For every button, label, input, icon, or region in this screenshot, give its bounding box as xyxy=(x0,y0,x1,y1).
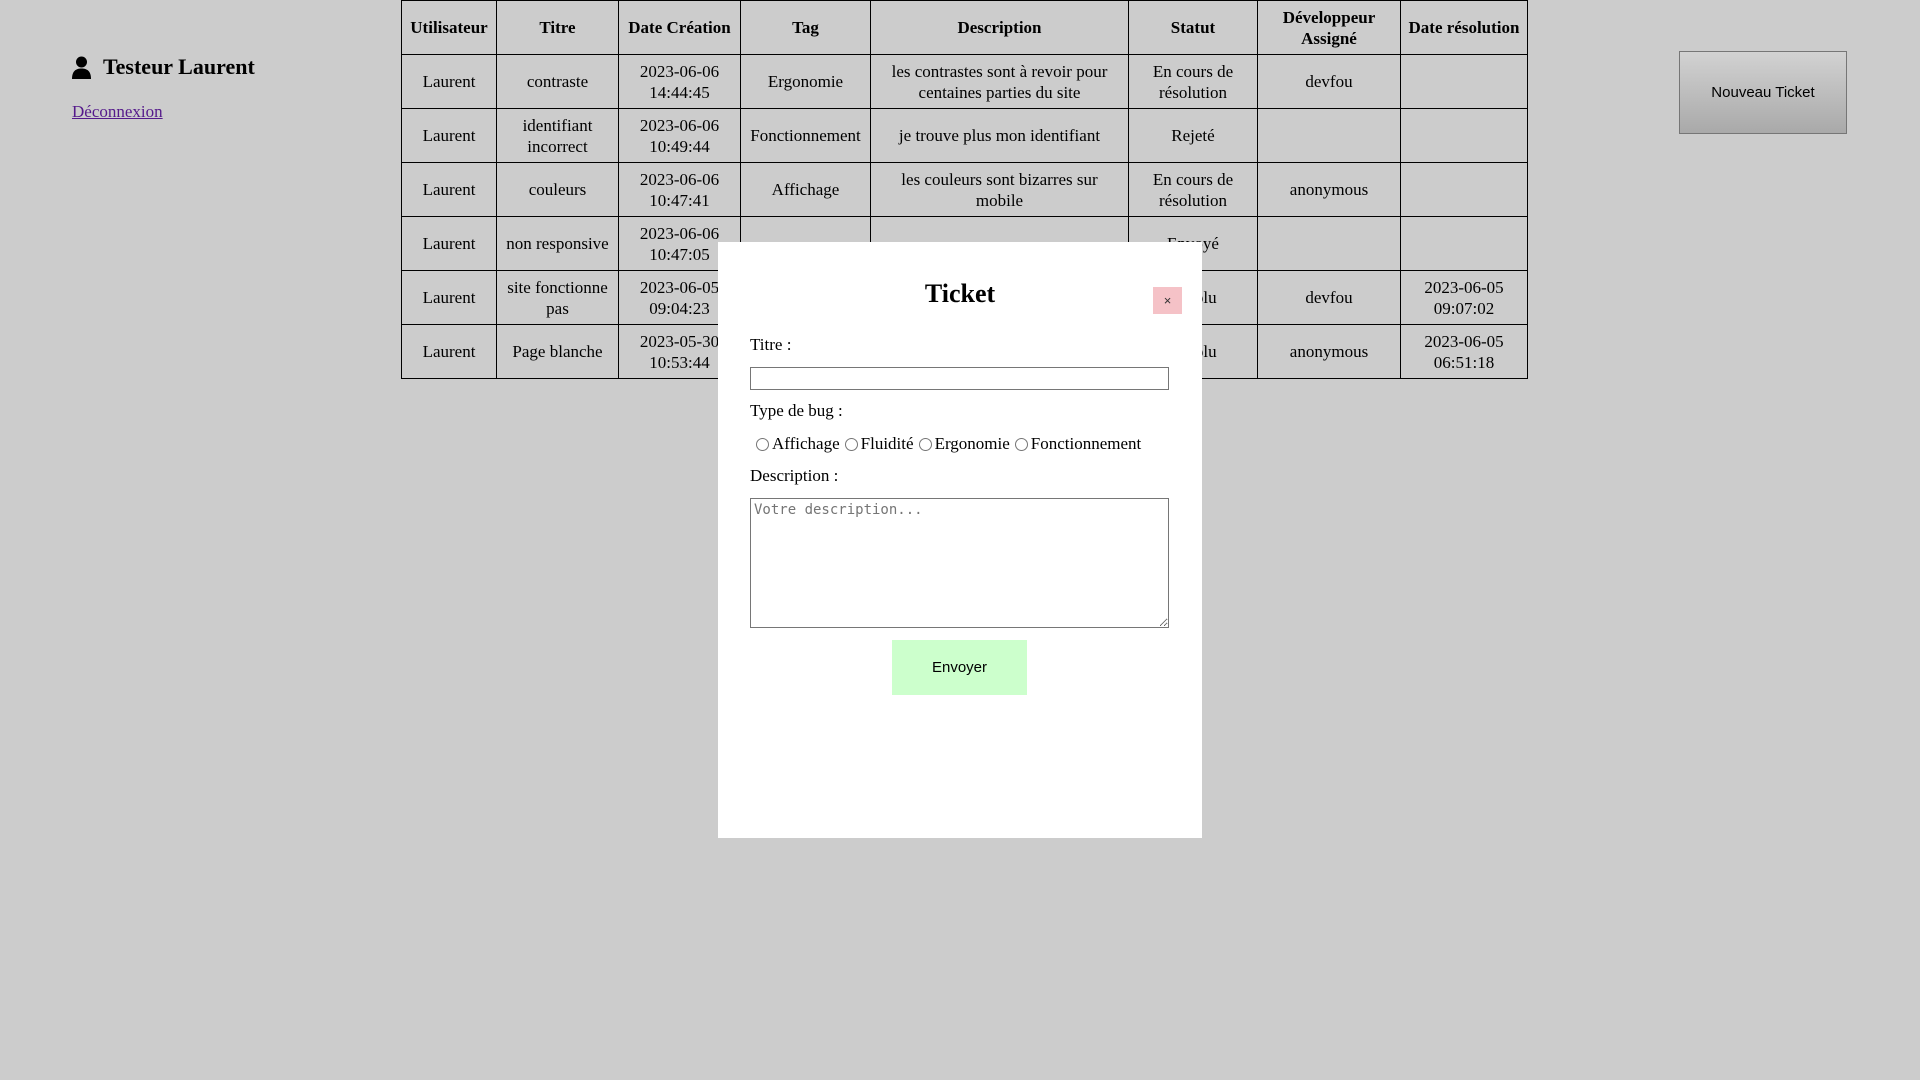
table-cell: 2023-06-06 14:44:45 xyxy=(618,54,741,109)
table-cell xyxy=(1400,216,1528,271)
table-cell: les contrastes sont à revoir pour centai… xyxy=(870,54,1129,109)
table-cell: anonymous xyxy=(1257,324,1401,379)
column-header: Tag xyxy=(740,0,871,55)
bug-type-label: Type de bug : xyxy=(750,401,843,420)
new-ticket-button[interactable]: Nouveau Ticket xyxy=(1679,51,1847,134)
table-cell: Laurent xyxy=(401,216,497,271)
table-cell: 2023-06-05 09:07:02 xyxy=(1400,270,1528,325)
column-header: Titre xyxy=(496,0,619,55)
table-cell xyxy=(1400,108,1528,163)
table-cell: Page blanche xyxy=(496,324,619,379)
send-button[interactable]: Envoyer xyxy=(892,640,1027,695)
close-button[interactable]: × xyxy=(1153,287,1182,314)
table-cell: couleurs xyxy=(496,162,619,217)
ticket-modal: Ticket × Titre : Type de bug : Affichage… xyxy=(718,242,1202,838)
radio-label: Fluidité xyxy=(860,434,914,453)
radio-label: Affichage xyxy=(772,434,840,453)
column-header: Date Création xyxy=(618,0,741,55)
table-cell: contraste xyxy=(496,54,619,109)
radio-option-fonctionnement[interactable]: Fonctionnement xyxy=(1014,434,1142,454)
radio-option-fluidite[interactable]: Fluidité xyxy=(844,434,914,454)
table-cell: 2023-06-06 10:49:44 xyxy=(618,108,741,163)
table-header-row: Utilisateur Titre Date Création Tag Desc… xyxy=(401,0,1528,55)
table-cell: anonymous xyxy=(1257,162,1401,217)
table-row: Laurent identifiant incorrect 2023-06-06… xyxy=(401,108,1528,163)
table-cell: 2023-06-06 10:47:41 xyxy=(618,162,741,217)
user-name: Testeur Laurent xyxy=(103,54,255,79)
column-header: Description xyxy=(870,0,1129,55)
table-cell: En cours de résolution xyxy=(1128,54,1258,109)
table-cell: je trouve plus mon identifiant xyxy=(870,108,1129,163)
user-panel: Testeur Laurent Déconnexion xyxy=(72,54,255,122)
table-cell: devfou xyxy=(1257,270,1401,325)
table-cell: Rejeté xyxy=(1128,108,1258,163)
description-textarea[interactable] xyxy=(750,498,1169,628)
table-cell: Laurent xyxy=(401,162,497,217)
radio-option-affichage[interactable]: Affichage xyxy=(756,434,840,454)
radio-circle-icon[interactable] xyxy=(1014,437,1028,451)
column-header: Statut xyxy=(1128,0,1258,55)
column-header: Date résolution xyxy=(1400,0,1528,55)
radio-circle-icon[interactable] xyxy=(756,437,769,451)
table-cell: Ergonomie xyxy=(740,54,871,109)
table-cell xyxy=(1400,162,1528,217)
modal-title: Ticket xyxy=(924,279,996,308)
table-cell: non responsive xyxy=(496,216,619,271)
table-cell: En cours de résolution xyxy=(1128,162,1258,217)
radio-circle-icon[interactable] xyxy=(844,437,858,451)
column-header: Développeur Assigné xyxy=(1257,0,1401,55)
bug-type-radio-group: Affichage Fluidité Ergonomie Fonctionnem… xyxy=(756,434,1146,454)
logout-link[interactable]: Déconnexion xyxy=(72,102,163,122)
table-cell: les couleurs sont bizarres sur mobile xyxy=(870,162,1129,217)
table-cell xyxy=(1400,54,1528,109)
radio-option-ergonomie[interactable]: Ergonomie xyxy=(918,434,1010,454)
table-cell: devfou xyxy=(1257,54,1401,109)
table-row: Laurent contraste 2023-06-06 14:44:45 Er… xyxy=(401,54,1528,109)
table-cell: identifiant incorrect xyxy=(496,108,619,163)
radio-label: Ergonomie xyxy=(934,434,1010,453)
user-icon xyxy=(72,56,91,79)
radio-circle-icon[interactable] xyxy=(918,437,932,451)
table-cell: 2023-06-05 06:51:18 xyxy=(1400,324,1528,379)
radio-label: Fonctionnement xyxy=(1030,434,1142,453)
table-cell xyxy=(1257,216,1401,271)
table-cell xyxy=(1257,108,1401,163)
table-cell: Fonctionnement xyxy=(740,108,871,163)
column-header: Utilisateur xyxy=(401,0,497,55)
table-cell: Laurent xyxy=(401,324,497,379)
table-cell: Affichage xyxy=(740,162,871,217)
user-header: Testeur Laurent xyxy=(72,54,255,80)
title-input[interactable] xyxy=(750,367,1169,390)
table-cell: Laurent xyxy=(401,270,497,325)
table-row: Laurent couleurs 2023-06-06 10:47:41 Aff… xyxy=(401,162,1528,217)
title-label: Titre : xyxy=(750,335,792,354)
table-cell: Laurent xyxy=(401,54,497,109)
description-label: Description : xyxy=(750,466,839,485)
table-cell: site fonctionne pas xyxy=(496,270,619,325)
table-cell: Laurent xyxy=(401,108,497,163)
